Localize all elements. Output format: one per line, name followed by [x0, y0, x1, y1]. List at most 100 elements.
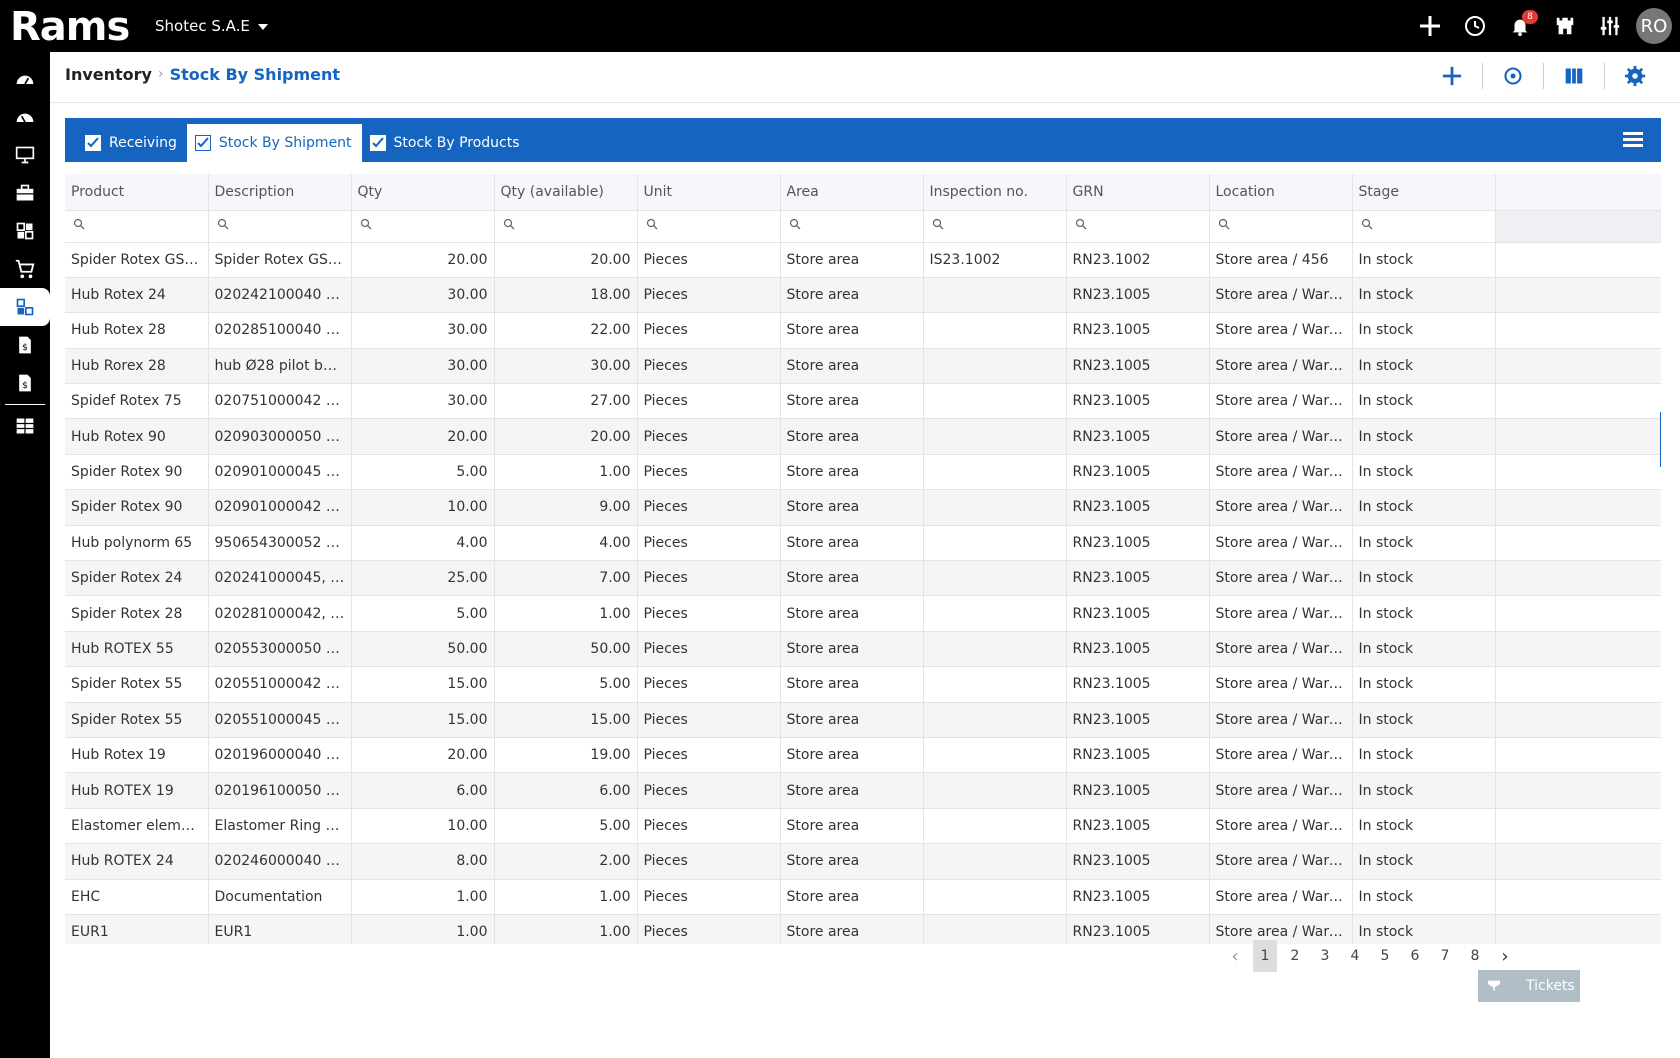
- column-filter-input[interactable]: [780, 210, 924, 243]
- column-header[interactable]: Area: [780, 174, 924, 211]
- column-header[interactable]: Qty: [351, 174, 495, 211]
- column-filter-input[interactable]: [494, 210, 638, 243]
- settings-gear-icon[interactable]: [1610, 58, 1660, 94]
- table-row[interactable]: Hub ROTEX 19 020196100050 RO... 6.00 6.00 Pi…: [65, 772, 1661, 809]
- notifications-bell-icon[interactable]: 8: [1497, 0, 1542, 52]
- column-filter-input[interactable]: [1352, 210, 1496, 243]
- hamburger-menu-icon[interactable]: [1623, 132, 1643, 148]
- tab-receiving[interactable]: Receiving: [77, 124, 187, 162]
- bill-icon[interactable]: $: [0, 364, 50, 402]
- table-row[interactable]: Spider Rotex 24 020241000045, Spi... 25.00…: [65, 560, 1661, 597]
- column-header[interactable]: Stage: [1352, 174, 1496, 211]
- table-row[interactable]: Elastomer element... Elastomer Ring Pol..…: [65, 808, 1661, 845]
- cell-grn[interactable]: RN23.1005: [1066, 843, 1210, 880]
- table-row[interactable]: Hub Rotex 90 020903000050 Hu... 20.00 20.00…: [65, 418, 1661, 455]
- checkbox-checked-icon[interactable]: [194, 135, 211, 151]
- company-selector[interactable]: Shotec S.A.E: [155, 17, 268, 35]
- cell-grn[interactable]: RN23.1005: [1066, 277, 1210, 314]
- cell-grn[interactable]: RN23.1005: [1066, 737, 1210, 774]
- chevron-right-icon[interactable]: ›: [1490, 940, 1520, 972]
- app-logo[interactable]: Rams: [10, 4, 130, 50]
- table-row[interactable]: Spider Rotex 28 020281000042, RO... 5.00 1.…: [65, 595, 1661, 632]
- tickets-button[interactable]: Tickets: [1478, 970, 1580, 1002]
- column-header[interactable]: Qty (available): [494, 174, 638, 211]
- cart-icon[interactable]: [0, 250, 50, 288]
- breadcrumb-root[interactable]: Inventory: [65, 65, 152, 84]
- dashboard-alt-icon[interactable]: [0, 98, 50, 136]
- page-button[interactable]: 4: [1340, 940, 1370, 972]
- column-header[interactable]: Unit: [637, 174, 781, 211]
- table-row[interactable]: Spider Rotex 90 020901000042 SPI... 10.00 9…: [65, 489, 1661, 526]
- refresh-icon[interactable]: [1488, 58, 1538, 94]
- inventory-icon[interactable]: [0, 288, 50, 326]
- cell-grn[interactable]: RN23.1005: [1066, 631, 1210, 668]
- column-filter-input[interactable]: [1209, 210, 1353, 243]
- table-row[interactable]: Hub ROTEX 24 020246000040 RO... 8.00 2.00 Pi…: [65, 843, 1661, 880]
- column-header[interactable]: GRN: [1066, 174, 1210, 211]
- cell-grn[interactable]: RN23.1005: [1066, 418, 1210, 455]
- table-row[interactable]: Hub Rorex 28 hub Ø28 pilot bore... 30.00 30…: [65, 348, 1661, 385]
- history-icon[interactable]: [1452, 0, 1497, 52]
- scrollbar-thumb[interactable]: [1660, 412, 1661, 467]
- page-button[interactable]: 7: [1430, 940, 1460, 972]
- add-record-icon[interactable]: [1427, 58, 1477, 94]
- cell-grn[interactable]: RN23.1005: [1066, 489, 1210, 526]
- cell-grn[interactable]: RN23.1005: [1066, 914, 1210, 944]
- cell-grn[interactable]: RN23.1005: [1066, 560, 1210, 597]
- cell-inspection-no[interactable]: IS23.1002: [923, 242, 1067, 278]
- table-row[interactable]: Spider Rotex 55 020551000042 RO... 15.00 5.…: [65, 666, 1661, 703]
- page-button[interactable]: 2: [1280, 940, 1310, 972]
- cell-grn[interactable]: RN23.1005: [1066, 666, 1210, 703]
- invoice-icon[interactable]: $: [0, 326, 50, 364]
- cell-grn[interactable]: RN23.1005: [1066, 312, 1210, 349]
- table-row[interactable]: Hub Rotex 24 020242100040 Hu... 30.00 18.00…: [65, 277, 1661, 314]
- column-filter-input[interactable]: [923, 210, 1067, 243]
- column-header[interactable]: Location: [1209, 174, 1353, 211]
- table-row[interactable]: Hub Rotex 28 020285100040 Hu... 30.00 22.00…: [65, 312, 1661, 349]
- cell-grn[interactable]: RN23.1005: [1066, 383, 1210, 420]
- dashboard-icon[interactable]: [0, 60, 50, 98]
- column-filter-input[interactable]: [208, 210, 352, 243]
- monitor-icon[interactable]: [0, 136, 50, 174]
- briefcase-icon[interactable]: [0, 174, 50, 212]
- page-button[interactable]: 1: [1253, 940, 1277, 972]
- table-row[interactable]: EHC Documentation 1.00 1.00 Pieces Store area…: [65, 879, 1661, 915]
- column-header[interactable]: Product: [65, 174, 209, 211]
- table-row[interactable]: Spider Rotex 55 020551000045 RO... 15.00 15…: [65, 702, 1661, 738]
- column-filter-input[interactable]: [351, 210, 495, 243]
- sliders-icon[interactable]: [1587, 0, 1632, 52]
- columns-icon[interactable]: [1549, 58, 1599, 94]
- castle-icon[interactable]: [1542, 0, 1587, 52]
- column-filter-input[interactable]: [637, 210, 781, 243]
- table-row[interactable]: Spider Rotex 90 020901000045 SPI... 5.00 1.…: [65, 454, 1661, 491]
- add-icon[interactable]: [1407, 0, 1452, 52]
- cell-grn[interactable]: RN23.1005: [1066, 879, 1210, 915]
- page-button[interactable]: 3: [1310, 940, 1340, 972]
- checkbox-checked-icon[interactable]: [369, 135, 386, 151]
- cell-grn[interactable]: RN23.1005: [1066, 454, 1210, 491]
- page-button[interactable]: 8: [1460, 940, 1490, 972]
- page-button[interactable]: 5: [1370, 940, 1400, 972]
- column-header[interactable]: Inspection no.: [923, 174, 1067, 211]
- cell-grn[interactable]: RN23.1005: [1066, 595, 1210, 632]
- cell-grn[interactable]: RN23.1005: [1066, 702, 1210, 738]
- column-header[interactable]: Description: [208, 174, 352, 211]
- table-row[interactable]: Hub polynorm 65 950654300052 HU... 4.00 4.0…: [65, 525, 1661, 562]
- cell-grn[interactable]: RN23.1005: [1066, 348, 1210, 385]
- table-row[interactable]: Hub Rotex 19 020196000040 Hu... 20.00 19.00…: [65, 737, 1661, 774]
- column-filter-input[interactable]: [1066, 210, 1210, 243]
- user-avatar[interactable]: RO: [1636, 8, 1672, 44]
- tab-stock-by-products[interactable]: Stock By Products: [362, 124, 530, 162]
- cell-grn[interactable]: RN23.1005: [1066, 525, 1210, 562]
- table-row[interactable]: Spidef Rotex 75 020751000042 SPI... 30.00 2…: [65, 383, 1661, 420]
- cell-grn[interactable]: RN23.1005: [1066, 772, 1210, 809]
- page-button[interactable]: 6: [1400, 940, 1430, 972]
- warehouse-icon[interactable]: [0, 212, 50, 250]
- tab-stock-by-shipment[interactable]: Stock By Shipment: [186, 124, 362, 162]
- chevron-left-icon[interactable]: ‹: [1220, 940, 1250, 972]
- table-row[interactable]: Hub ROTEX 55 020553000050 RO... 50.00 50.00…: [65, 631, 1661, 668]
- cell-grn[interactable]: RN23.1005: [1066, 808, 1210, 845]
- cell-grn[interactable]: RN23.1002: [1066, 242, 1210, 278]
- checkbox-checked-icon[interactable]: [85, 135, 101, 151]
- reports-icon[interactable]: [0, 407, 50, 445]
